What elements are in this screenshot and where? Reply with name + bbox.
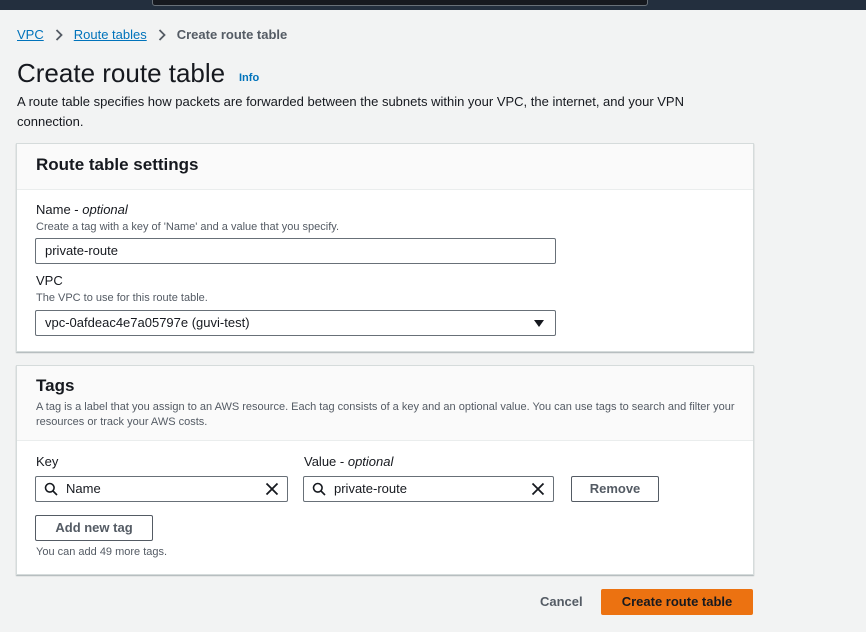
key-column-header: Key (36, 454, 59, 469)
optional-text: optional (347, 454, 394, 469)
search-icon (312, 482, 326, 496)
chevron-right-icon (55, 28, 63, 41)
panel-header: Route table settings (17, 144, 753, 190)
vpc-label: VPC (36, 273, 63, 288)
top-navigation-bar (0, 0, 866, 10)
tag-value-input[interactable]: private-route (303, 476, 554, 502)
search-icon (44, 482, 58, 496)
tag-key-value: Name (66, 481, 101, 496)
close-icon[interactable] (265, 482, 279, 496)
name-description: Create a tag with a key of 'Name' and a … (36, 221, 339, 233)
name-input[interactable]: private-route (35, 238, 556, 264)
panel-title: Route table settings (36, 155, 199, 174)
vpc-select[interactable]: vpc-0afdeac4e7a05797e (guvi-test) (35, 310, 556, 336)
close-icon[interactable] (531, 482, 545, 496)
caret-down-icon (534, 320, 544, 327)
cancel-button[interactable]: Cancel (540, 594, 583, 609)
global-search-bar[interactable] (152, 0, 648, 6)
optional-text: optional (82, 202, 128, 217)
breadcrumb: VPC Route tables Create route table (17, 27, 287, 42)
create-route-table-button[interactable]: Create route table (601, 589, 753, 615)
page-title: Create route table (17, 58, 226, 88)
vpc-description: The VPC to use for this route table. (36, 292, 208, 304)
page-description: A route table specifies how packets are … (17, 94, 684, 129)
chevron-right-icon (158, 28, 166, 41)
breadcrumb-vpc[interactable]: VPC (17, 27, 44, 42)
tags-header: Tags A tag is a label that you assign to… (17, 366, 753, 441)
value-column-header: Value - optional (304, 454, 394, 469)
vpc-selected-value: vpc-0afdeac4e7a05797e (guvi-test) (45, 315, 250, 330)
remove-tag-button[interactable]: Remove (571, 476, 659, 502)
tag-limit-note: You can add 49 more tags. (36, 546, 168, 558)
add-new-tag-button[interactable]: Add new tag (35, 515, 153, 541)
route-table-settings-panel: Route table settings Name - optional Cre… (16, 143, 754, 352)
tags-description: A tag is a label that you assign to an A… (36, 401, 735, 428)
tag-key-input[interactable]: Name (35, 476, 288, 502)
info-link[interactable]: Info (239, 72, 259, 84)
name-label: Name - optional (36, 202, 128, 217)
tags-title: Tags (36, 376, 75, 395)
tags-panel: Tags A tag is a label that you assign to… (16, 365, 754, 575)
tag-value-value: private-route (334, 481, 407, 496)
breadcrumb-route-tables[interactable]: Route tables (74, 27, 147, 42)
breadcrumb-current: Create route table (176, 27, 288, 42)
